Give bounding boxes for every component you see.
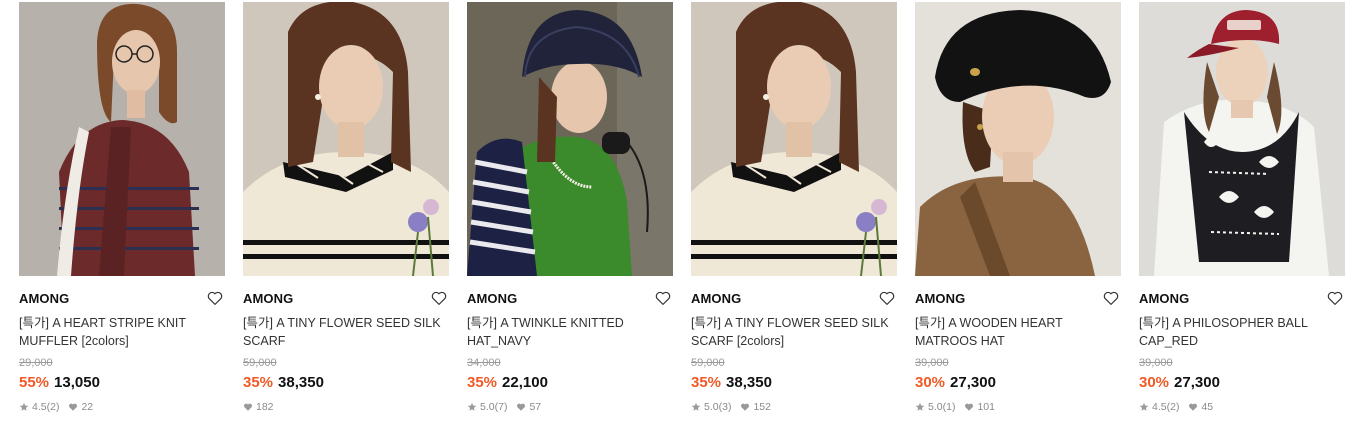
rating-value: 4.5 (32, 401, 47, 413)
price-row: 35% 38,350 (243, 374, 449, 392)
product-grid: AMONG [특가] A HEART STRIPE KNIT MUFFLER [… (19, 2, 1345, 414)
sale-price: 38,350 (726, 374, 772, 391)
discount-rate: 55% (19, 374, 50, 391)
likes: 22 (68, 400, 93, 414)
heart-outline-icon[interactable] (654, 289, 672, 307)
brand-name[interactable]: AMONG (915, 290, 1121, 308)
original-price: 29,000 (19, 357, 53, 369)
brand-name[interactable]: AMONG (243, 290, 449, 308)
product-title[interactable]: [특가] A PHILOSOPHER BALL CAP_RED (1139, 314, 1345, 350)
rating-value: 4.5 (1152, 401, 1167, 413)
review-count: (2) (46, 401, 60, 413)
product-image[interactable] (243, 2, 449, 276)
brand-name[interactable]: AMONG (1139, 290, 1345, 308)
product-title[interactable]: [특가] A HEART STRIPE KNIT MUFFLER [2color… (19, 314, 225, 350)
heart-outline-icon[interactable] (1102, 289, 1120, 307)
heart-outline-icon[interactable] (206, 289, 224, 307)
brand-name[interactable]: AMONG (691, 290, 897, 308)
product-card[interactable]: AMONG [특가] A WOODEN HEART MATROOS HAT 39… (915, 2, 1121, 414)
rating: 5.0 (1) (915, 400, 955, 414)
product-meta: 4.5 (2) 45 (1139, 400, 1345, 414)
likes: 182 (243, 400, 274, 414)
rating: 4.5 (2) (19, 400, 59, 414)
product-title[interactable]: [특가] A TINY FLOWER SEED SILK SCARF (243, 314, 449, 350)
product-title[interactable]: [특가] A TINY FLOWER SEED SILK SCARF [2col… (691, 314, 897, 350)
discount-rate: 30% (1139, 374, 1170, 391)
discount-rate: 35% (691, 374, 722, 391)
product-image[interactable] (915, 2, 1121, 276)
star-icon (467, 402, 477, 411)
product-meta: 182 (243, 400, 449, 414)
original-price: 59,000 (243, 357, 277, 369)
likes: 57 (516, 400, 541, 414)
like-count: 152 (753, 401, 771, 413)
star-icon (19, 402, 29, 411)
product-meta: 5.0 (1) 101 (915, 400, 1121, 414)
sale-price: 27,300 (950, 374, 996, 391)
likes: 152 (740, 400, 771, 414)
brand-name[interactable]: AMONG (19, 290, 225, 308)
heart-outline-icon[interactable] (1326, 289, 1344, 307)
heart-filled-icon (965, 403, 974, 411)
price-row: 30% 27,300 (915, 374, 1121, 392)
product-image[interactable] (691, 2, 897, 276)
like-count: 101 (977, 401, 995, 413)
sale-price: 27,300 (1174, 374, 1220, 391)
sale-price: 22,100 (502, 374, 548, 391)
heart-outline-icon[interactable] (878, 289, 896, 307)
product-card[interactable]: AMONG [특가] A TINY FLOWER SEED SILK SCARF… (691, 2, 897, 414)
product-card[interactable]: AMONG [특가] A HEART STRIPE KNIT MUFFLER [… (19, 2, 225, 414)
price-row: 35% 22,100 (467, 374, 673, 392)
price-row: 35% 38,350 (691, 374, 897, 392)
rating: 5.0 (7) (467, 400, 507, 414)
like-count: 182 (256, 401, 274, 413)
product-meta: 4.5 (2) 22 (19, 400, 225, 414)
rating: 5.0 (3) (691, 400, 731, 414)
product-card[interactable]: AMONG [특가] A PHILOSOPHER BALL CAP_RED 39… (1139, 2, 1345, 414)
product-card[interactable]: AMONG [특가] A TWINKLE KNITTED HAT_NAVY 34… (467, 2, 673, 414)
rating-value: 5.0 (480, 401, 495, 413)
sale-price: 38,350 (278, 374, 324, 391)
rating: 4.5 (2) (1139, 400, 1179, 414)
star-icon (915, 402, 925, 411)
like-count: 57 (529, 401, 542, 413)
product-card[interactable]: AMONG [특가] A TINY FLOWER SEED SILK SCARF… (243, 2, 449, 414)
discount-rate: 35% (467, 374, 498, 391)
review-count: (3) (718, 401, 732, 413)
heart-filled-icon (741, 403, 750, 411)
rating-value: 5.0 (704, 401, 719, 413)
review-count: (7) (494, 401, 508, 413)
original-price: 59,000 (691, 357, 725, 369)
original-price: 39,000 (915, 357, 949, 369)
discount-rate: 30% (915, 374, 946, 391)
star-icon (1139, 402, 1149, 411)
heart-filled-icon (1189, 403, 1198, 411)
original-price: 34,000 (467, 357, 501, 369)
star-icon (691, 402, 701, 411)
like-count: 22 (81, 401, 94, 413)
product-title[interactable]: [특가] A WOODEN HEART MATROOS HAT (915, 314, 1121, 350)
heart-outline-icon[interactable] (430, 289, 448, 307)
like-count: 45 (1201, 401, 1214, 413)
product-image[interactable] (467, 2, 673, 276)
likes: 101 (964, 400, 995, 414)
heart-filled-icon (69, 403, 78, 411)
original-price: 39,000 (1139, 357, 1173, 369)
product-meta: 5.0 (7) 57 (467, 400, 673, 414)
price-row: 55% 13,050 (19, 374, 225, 392)
review-count: (1) (942, 401, 956, 413)
rating-value: 5.0 (928, 401, 943, 413)
sale-price: 13,050 (54, 374, 100, 391)
heart-filled-icon (243, 403, 253, 411)
product-image[interactable] (19, 2, 225, 276)
likes: 45 (1188, 400, 1213, 414)
discount-rate: 35% (243, 374, 274, 391)
price-row: 30% 27,300 (1139, 374, 1345, 392)
product-image[interactable] (1139, 2, 1345, 276)
review-count: (2) (1166, 401, 1180, 413)
brand-name[interactable]: AMONG (467, 290, 673, 308)
product-meta: 5.0 (3) 152 (691, 400, 897, 414)
product-title[interactable]: [특가] A TWINKLE KNITTED HAT_NAVY (467, 314, 673, 350)
heart-filled-icon (517, 403, 526, 411)
